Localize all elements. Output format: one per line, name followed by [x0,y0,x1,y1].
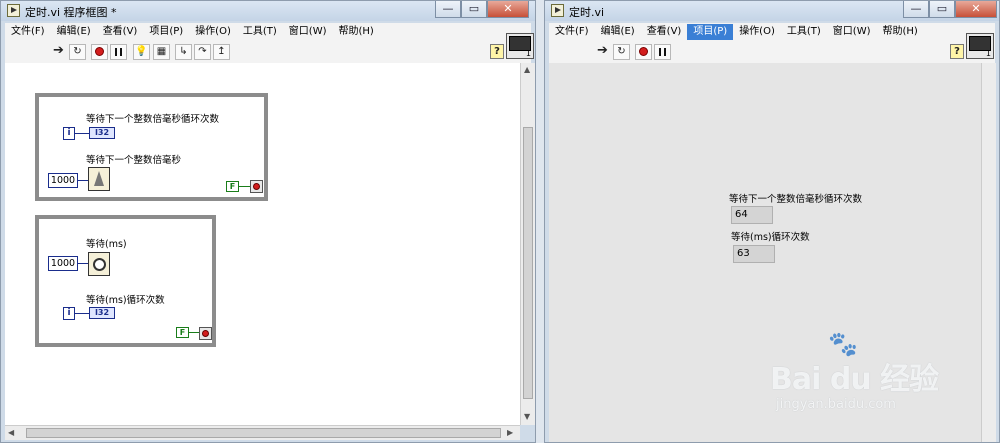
menu-help[interactable]: 帮助(H) [333,24,380,40]
run-continuously-icon[interactable]: ↻ [69,44,86,60]
integer-wire [78,263,88,264]
minimize-button[interactable]: — [903,1,929,18]
abort-icon[interactable] [91,44,108,60]
highlight-execution-icon[interactable]: 💡 [133,44,150,60]
numeric-indicator-wait-ms[interactable]: 63 [733,245,775,263]
scroll-thumb[interactable] [26,428,501,438]
integer-wire [75,133,89,134]
menu-operate[interactable]: 操作(O) [189,24,237,40]
menu-edit[interactable]: 编辑(E) [51,24,97,40]
window-controls: — ▭ ✕ [435,1,529,19]
context-help-button[interactable]: ? [950,44,964,59]
watermark-logo: Bai du 经验 [770,362,939,397]
menu-bar: 文件(F) 编辑(E) 查看(V) 项目(P) 操作(O) 工具(T) 窗口(W… [5,23,531,41]
vi-connector-pane-icon[interactable] [966,33,994,59]
run-continuously-icon[interactable]: ↻ [613,44,630,60]
pause-icon[interactable] [654,44,671,60]
iteration-terminal[interactable]: i [63,127,75,140]
step-out-icon[interactable]: ↥ [213,44,230,60]
abort-icon[interactable] [635,44,652,60]
menu-edit[interactable]: 编辑(E) [595,24,641,40]
vertical-scrollbar[interactable]: ▲ ▼ [520,63,535,425]
menu-view[interactable]: 查看(V) [97,24,144,40]
menu-tools[interactable]: 工具(T) [237,24,283,40]
step-over-icon[interactable]: ↷ [194,44,211,60]
indicator-label-wait-ms: 等待(ms)循环次数 [731,232,810,243]
i32-indicator-terminal[interactable]: I32 [89,307,115,319]
iterations-indicator-label: 等待下一个整数倍毫秒循环次数 [86,114,220,125]
while-loop-2[interactable]: 等待(ms) 1000 等待(ms)循环次数 i I32 F [35,215,216,347]
block-diagram-window: 定时.vi 程序框图 * — ▭ ✕ 文件(F) 编辑(E) 查看(V) 项目(… [0,0,536,443]
boolean-wire [239,186,250,187]
numeric-indicator-wait-next-ms[interactable]: 64 [731,206,773,224]
window-title: 定时.vi 程序框图 * [25,6,117,19]
toolbar: ➔ ↻ ? [549,41,995,64]
scroll-thumb[interactable] [523,127,533,399]
retain-wire-values-icon[interactable]: ▦ [153,44,170,60]
ms-constant[interactable]: 1000 [48,256,78,271]
restore-button[interactable]: ▭ [461,1,487,18]
title-bar: 定时.vi — ▭ ✕ [545,1,999,21]
menu-view[interactable]: 查看(V) [641,24,688,40]
stop-condition-icon[interactable] [199,327,212,340]
labview-vi-icon [551,4,564,17]
baidu-jingyan-watermark: 🐾 Bai du 经验 jingyan.baidu.com [770,330,970,422]
labview-vi-icon [7,4,20,17]
close-button[interactable]: ✕ [487,1,529,18]
vi-connector-pane-icon[interactable] [506,33,534,59]
window-title: 定时.vi [569,6,605,19]
restore-button[interactable]: ▭ [929,1,955,18]
minimize-button[interactable]: — [435,1,461,18]
menu-project[interactable]: 项目(P) [687,24,734,40]
wait-ms-label: 等待(ms) [86,239,127,250]
scroll-right-icon[interactable]: ▶ [507,428,513,438]
stop-condition-icon[interactable] [250,180,263,193]
false-constant[interactable]: F [226,181,239,192]
wait-ms-icon[interactable] [88,252,110,276]
iteration-terminal[interactable]: i [63,307,75,320]
indicator-label-wait-next-ms: 等待下一个整数倍毫秒循环次数 [729,194,863,205]
menu-window[interactable]: 窗口(W) [283,24,333,40]
while-loop-1[interactable]: 等待下一个整数倍毫秒循环次数 i I32 等待下一个整数倍毫秒 1000 F [35,93,268,201]
window-controls: — ▭ ✕ [903,1,997,19]
run-arrow-icon[interactable]: ➔ [594,44,611,60]
step-into-icon[interactable]: ↳ [175,44,192,60]
horizontal-scrollbar[interactable]: ◀ ▶ [5,425,520,440]
close-button[interactable]: ✕ [955,1,997,18]
wait-until-next-ms-multiple-icon[interactable] [88,167,110,191]
wait-function-label: 等待下一个整数倍毫秒 [86,155,182,166]
title-bar: 定时.vi 程序框图 * — ▭ ✕ [1,1,535,21]
toolbar: ➔ ↻ 💡 ▦ ↳ ↷ ↥ ? [5,41,531,64]
integer-wire [75,313,89,314]
false-constant[interactable]: F [176,327,189,338]
menu-tools[interactable]: 工具(T) [781,24,827,40]
integer-wire [78,180,88,181]
iterations-indicator-label: 等待(ms)循环次数 [86,295,165,306]
menu-project[interactable]: 项目(P) [143,24,189,40]
scroll-left-icon[interactable]: ◀ [8,428,14,438]
pause-icon[interactable] [110,44,127,60]
menu-help[interactable]: 帮助(H) [877,24,924,40]
ms-constant[interactable]: 1000 [48,173,78,188]
scroll-up-icon[interactable]: ▲ [524,65,530,75]
block-diagram-canvas[interactable]: 等待下一个整数倍毫秒循环次数 i I32 等待下一个整数倍毫秒 1000 F 等… [5,63,520,425]
context-help-button[interactable]: ? [490,44,504,59]
scroll-down-icon[interactable]: ▼ [524,412,530,422]
menu-bar: 文件(F) 编辑(E) 查看(V) 项目(P) 操作(O) 工具(T) 窗口(W… [549,23,995,41]
boolean-wire [189,332,199,333]
watermark-url: jingyan.baidu.com [776,397,896,412]
menu-file[interactable]: 文件(F) [5,24,51,40]
menu-operate[interactable]: 操作(O) [733,24,781,40]
menu-file[interactable]: 文件(F) [549,24,595,40]
menu-window[interactable]: 窗口(W) [827,24,877,40]
run-arrow-icon[interactable]: ➔ [50,44,67,60]
i32-indicator-terminal[interactable]: I32 [89,127,115,139]
vertical-scrollbar[interactable] [981,63,996,442]
